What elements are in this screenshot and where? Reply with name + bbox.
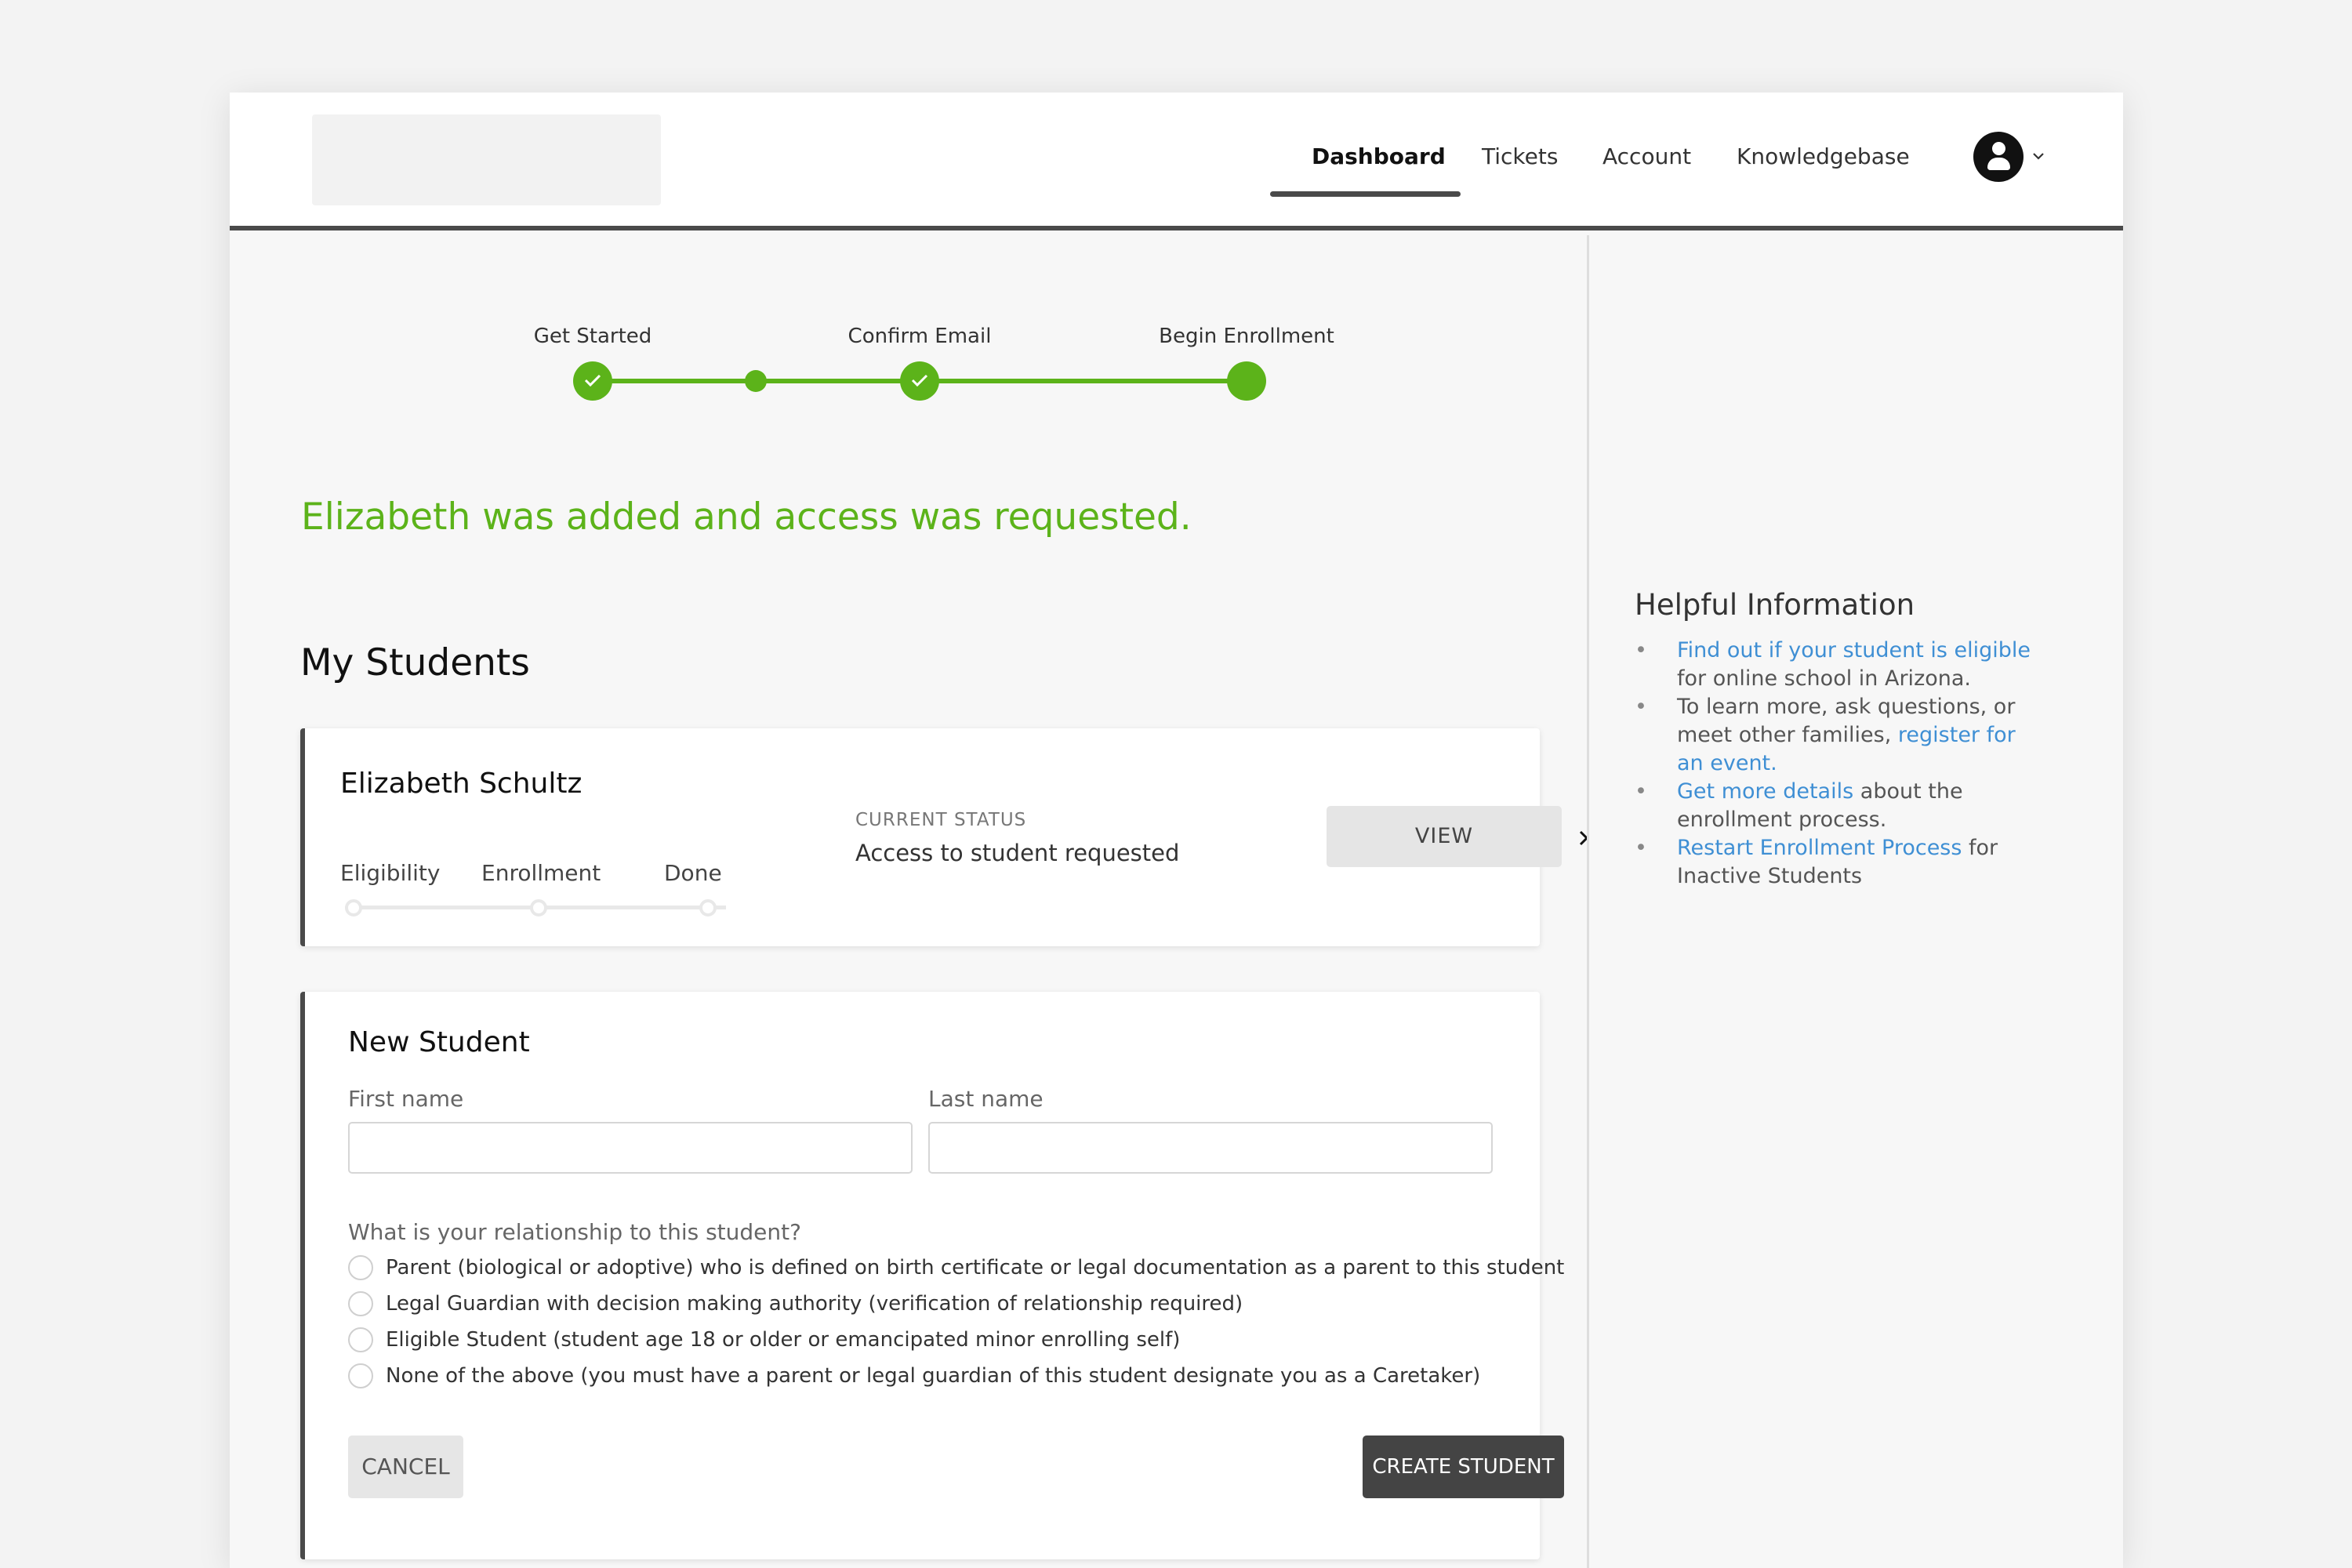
view-student-button[interactable]: VIEW <box>1327 806 1562 867</box>
logo-placeholder <box>312 114 661 205</box>
radio-button[interactable] <box>348 1363 373 1388</box>
step-label-begin-enrollment: Begin Enrollment <box>1159 325 1334 348</box>
helpful-info-title: Helpful Information <box>1635 588 1915 622</box>
radio-button[interactable] <box>348 1327 373 1352</box>
progress-label-done: Done <box>664 860 722 886</box>
cancel-button[interactable]: CANCEL <box>348 1436 463 1498</box>
nav-item-dashboard[interactable]: Dashboard <box>1312 141 1446 172</box>
first-name-label: First name <box>348 1086 464 1112</box>
top-header: Dashboard Tickets Account Knowledgebase <box>230 93 2123 230</box>
nav-item-tickets[interactable]: Tickets <box>1482 141 1558 172</box>
user-avatar-icon[interactable] <box>1973 132 2024 182</box>
new-student-title: New Student <box>348 1026 530 1058</box>
check-icon <box>911 374 928 387</box>
more-details-link[interactable]: Get more details <box>1677 779 1853 804</box>
relationship-question: What is your relationship to this studen… <box>348 1219 801 1245</box>
create-student-button[interactable]: CREATE STUDENT <box>1363 1436 1564 1498</box>
progress-label-eligibility: Eligibility <box>340 860 441 886</box>
app-window: Dashboard Tickets Account Knowledgebase … <box>230 93 2123 1568</box>
step-label-confirm-email: Confirm Email <box>848 325 992 348</box>
progress-label-enrollment: Enrollment <box>481 860 601 886</box>
step-complete-confirm-email <box>900 361 939 401</box>
progress-dot-done <box>699 899 717 916</box>
relationship-option-label: Eligible Student (student age 18 or olde… <box>386 1328 1181 1352</box>
nav-item-account[interactable]: Account <box>1602 141 1691 172</box>
restart-enrollment-link[interactable]: Restart Enrollment Process <box>1677 836 1962 860</box>
relationship-option-label: Parent (biological or adoptive) who is d… <box>386 1256 1565 1279</box>
step-current-begin-enrollment <box>1227 361 1266 401</box>
student-card: Elizabeth Schultz Eligibility Enrollment… <box>300 728 1589 946</box>
helpful-info-item: Find out if your student is eligible for… <box>1635 637 2042 693</box>
helpful-info-item: Get more details about the enrollment pr… <box>1635 778 2042 834</box>
helpful-info-list: Find out if your student is eligible for… <box>1635 637 2042 891</box>
new-student-form: New Student First name Last name What is… <box>300 992 1564 1559</box>
progress-dot-enrollment <box>530 899 547 916</box>
chevron-down-icon[interactable] <box>2031 149 2045 163</box>
success-message: Elizabeth was added and access was reque… <box>301 495 1192 539</box>
relationship-option-label: None of the above (you must have a paren… <box>386 1364 1481 1388</box>
current-status-value: Access to student requested <box>855 840 1180 866</box>
check-icon <box>584 374 601 387</box>
nav-active-indicator <box>1270 191 1461 197</box>
student-name: Elizabeth Schultz <box>340 768 583 800</box>
eligibility-link[interactable]: Find out if your student is eligible <box>1677 638 2031 662</box>
nav-item-knowledgebase[interactable]: Knowledgebase <box>1737 141 1910 172</box>
step-intermediate-dot <box>745 370 767 392</box>
current-status-label: CURRENT STATUS <box>855 810 1027 830</box>
progress-dot-eligibility <box>345 899 362 916</box>
helpful-info-item: Restart Enrollment Process for Inactive … <box>1635 834 2042 891</box>
last-name-label: Last name <box>928 1086 1044 1112</box>
helpful-info-item: To learn more, ask questions, or meet ot… <box>1635 693 2042 778</box>
radio-button[interactable] <box>348 1291 373 1316</box>
radio-button[interactable] <box>348 1255 373 1280</box>
step-label-get-started: Get Started <box>533 325 652 348</box>
step-complete-get-started <box>573 361 612 401</box>
helpful-info-text: for online school in Arizona. <box>1677 666 1971 691</box>
first-name-input[interactable] <box>348 1122 913 1174</box>
my-students-title: My Students <box>300 641 530 684</box>
relationship-option-label: Legal Guardian with decision making auth… <box>386 1292 1243 1316</box>
helpful-info-sidebar: Helpful Information Find out if your stu… <box>1587 235 2123 1568</box>
last-name-input[interactable] <box>928 1122 1493 1174</box>
